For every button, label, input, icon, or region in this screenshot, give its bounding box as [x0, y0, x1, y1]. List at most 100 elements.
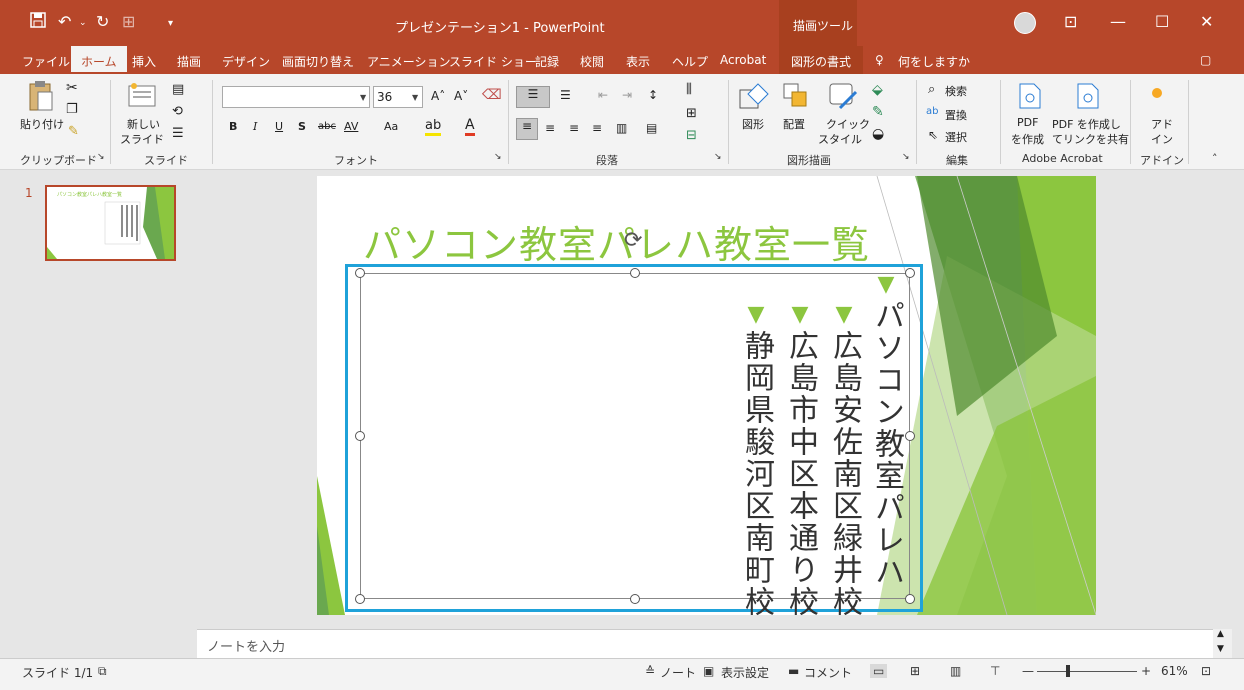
text-column[interactable]: ▼ パソコン教室パレハ [869, 274, 904, 594]
copy-icon[interactable]: ❐ [66, 102, 78, 117]
create-pdf-icon[interactable] [1018, 82, 1042, 113]
text-direction-icon[interactable]: ⫼ [686, 82, 692, 97]
strikethrough-button[interactable]: abc [318, 121, 336, 132]
layout-icon[interactable]: ▤ [172, 82, 184, 97]
account-avatar[interactable] [1014, 12, 1036, 34]
clear-formatting-icon[interactable]: ⌫ [482, 87, 502, 103]
notes-toggle-button[interactable]: ノート [660, 664, 696, 681]
reset-icon[interactable]: ⟲ [172, 104, 183, 119]
share-pdf-icon[interactable] [1076, 82, 1100, 113]
section-icon[interactable]: ☰ [172, 126, 184, 141]
create-pdf-label-2[interactable]: を作成 [1011, 131, 1044, 147]
resize-handle[interactable] [630, 268, 640, 278]
tab-acrobat[interactable]: Acrobat [720, 53, 766, 67]
shape-effects-icon[interactable]: ◒ [872, 126, 884, 142]
new-slide-label-2[interactable]: スライド [120, 131, 164, 147]
vertical-text-box[interactable]: ▼ パソコン教室パレハ ▼ 広島安佐南区緑井校 ▼ 広島市中区本通り校 ▼ 静岡… [360, 273, 910, 618]
ribbon-display-options-icon[interactable]: ⊡ [1064, 12, 1077, 31]
zoom-in-button[interactable]: + [1141, 664, 1151, 678]
create-pdf-label-1[interactable]: PDF [1017, 116, 1038, 129]
quick-styles-label-2[interactable]: スタイル [818, 131, 862, 147]
slide-thumbnail[interactable]: パソコン教室パレハ教室一覧 [45, 185, 176, 261]
comments-icon[interactable]: ▢ [1200, 53, 1211, 67]
new-slide-label-1[interactable]: 新しい [127, 116, 160, 132]
tab-home[interactable]: ホーム [71, 46, 127, 74]
shapes-icon[interactable] [738, 82, 770, 115]
arrange-label[interactable]: 配置 [783, 116, 805, 132]
numbering-icon[interactable]: ☰ [560, 88, 571, 102]
highlight-color-icon[interactable]: ab [425, 118, 442, 136]
smartart-icon[interactable]: ⊟ [686, 128, 697, 143]
addins-icon[interactable] [1152, 88, 1162, 98]
zoom-slider-thumb[interactable] [1066, 665, 1070, 677]
reading-view-icon[interactable]: ▥ [950, 664, 961, 678]
comment-icon[interactable]: ▬ [788, 664, 799, 678]
distributed-icon[interactable]: ▥ [616, 121, 627, 135]
shape-outline-icon[interactable]: ✎ [872, 104, 884, 120]
zoom-level[interactable]: 61% [1161, 664, 1188, 678]
font-size-dropdown-icon[interactable]: ▼ [412, 93, 418, 102]
replace-button[interactable]: 置換 [945, 107, 967, 123]
bullets-icon[interactable]: ☰ [516, 86, 550, 108]
fit-to-window-icon[interactable]: ⊡ [1201, 664, 1211, 678]
align-center-icon[interactable]: ≡ [545, 121, 555, 135]
text-column[interactable]: ▼ 静岡県駿河区南町校 [739, 304, 774, 624]
shadow-button[interactable]: S [298, 120, 306, 133]
font-launcher-icon[interactable]: ↘ [494, 152, 502, 162]
start-from-beginning-icon[interactable]: ⊞ [122, 12, 135, 31]
text-column[interactable]: ▼ 広島安佐南区緑井校 [827, 304, 862, 624]
resize-handle[interactable] [355, 268, 365, 278]
tab-view[interactable]: 表示 [626, 53, 650, 70]
tab-design[interactable]: デザイン [222, 53, 270, 70]
shapes-label[interactable]: 図形 [742, 116, 764, 132]
tab-transitions[interactable]: 画面切り替え [282, 53, 354, 70]
tab-review[interactable]: 校閲 [580, 53, 604, 70]
share-pdf-label-1[interactable]: PDF を作成し [1052, 116, 1121, 132]
resize-handle[interactable] [355, 431, 365, 441]
find-button[interactable]: 検索 [945, 83, 967, 99]
tab-animations[interactable]: アニメーション [367, 53, 451, 70]
paste-label[interactable]: 貼り付け [20, 116, 64, 132]
select-icon[interactable]: ⇖ [928, 128, 938, 142]
normal-view-icon[interactable]: ▭ [870, 664, 888, 678]
accessibility-icon[interactable]: ⧉ [98, 664, 107, 679]
quick-styles-icon[interactable] [828, 82, 858, 113]
font-name-input[interactable] [222, 86, 370, 108]
resize-handle[interactable] [905, 268, 915, 278]
bold-button[interactable]: B [229, 120, 237, 133]
arrange-icon[interactable] [782, 82, 810, 113]
tab-insert[interactable]: 挿入 [132, 53, 156, 70]
zoom-slider-track[interactable] [1037, 671, 1137, 672]
customize-qat-icon[interactable]: ▾ [168, 18, 173, 29]
replace-icon[interactable]: ab [926, 106, 938, 117]
text-column[interactable]: ▼ 広島市中区本通り校 [783, 304, 818, 624]
align-right-icon[interactable]: ≡ [569, 121, 579, 135]
align-text-icon[interactable]: ⊞ [686, 106, 697, 121]
zoom-out-button[interactable]: — [1022, 664, 1034, 678]
maximize-button[interactable]: ☐ [1155, 12, 1169, 31]
addins-label-2[interactable]: イン [1151, 131, 1173, 147]
tab-record[interactable]: 記録 [535, 53, 559, 70]
font-name-dropdown-icon[interactable]: ▼ [360, 93, 366, 102]
drawing-launcher-icon[interactable]: ↘ [902, 152, 910, 162]
display-settings-button[interactable]: 表示設定 [721, 664, 769, 681]
increase-indent-icon[interactable]: ⇥ [622, 88, 632, 102]
tab-help[interactable]: ヘルプ [672, 53, 708, 70]
addins-label-1[interactable]: アド [1151, 116, 1173, 132]
new-slide-icon[interactable] [128, 82, 158, 111]
display-settings-icon[interactable]: ▣ [703, 664, 714, 678]
align-left-icon[interactable]: ≡ [516, 118, 538, 140]
paste-icon[interactable] [28, 80, 54, 115]
scroll-up-icon[interactable]: ▲ [1217, 629, 1224, 639]
quick-styles-label-1[interactable]: クイック [826, 116, 870, 132]
resize-handle[interactable] [630, 594, 640, 604]
resize-handle[interactable] [905, 594, 915, 604]
tab-shape-format[interactable]: 図形の書式 [779, 46, 864, 74]
underline-button[interactable]: U [275, 120, 283, 133]
resize-handle[interactable] [905, 431, 915, 441]
slide-sorter-icon[interactable]: ⊞ [910, 664, 920, 678]
increase-font-icon[interactable]: A˄ [431, 89, 445, 103]
minimize-button[interactable]: — [1110, 12, 1126, 31]
slide-title[interactable]: パソコン教室パレハ教室一覧 [363, 214, 870, 269]
italic-button[interactable]: I [253, 120, 257, 133]
